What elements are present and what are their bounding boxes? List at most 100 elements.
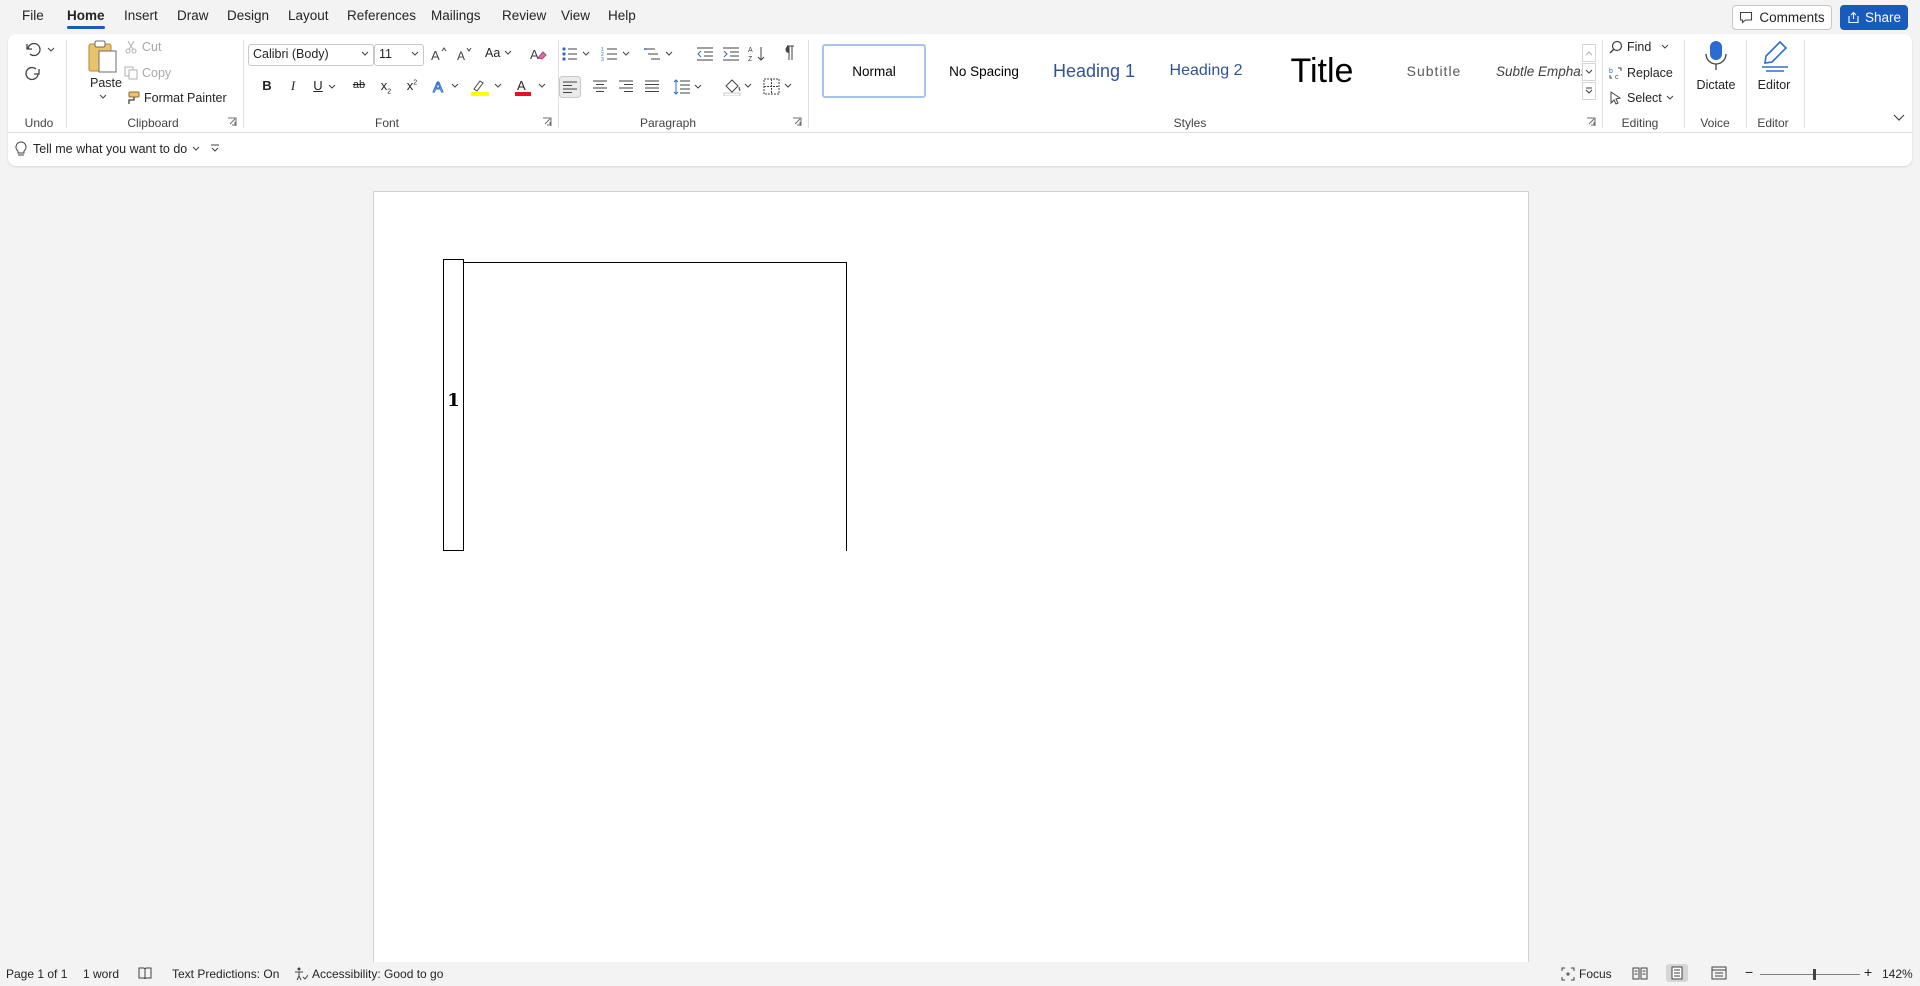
strikethrough-button[interactable]: ab <box>349 79 369 91</box>
document-page[interactable]: 1 <box>373 191 1529 971</box>
voice-group-label: Voice <box>1700 116 1730 130</box>
paste-label: Paste <box>90 76 122 90</box>
style-subtle-emphasis[interactable]: Subtle Emphasis <box>1490 44 1588 98</box>
highlight-icon[interactable] <box>470 78 506 96</box>
styles-launcher-icon[interactable] <box>1586 117 1596 127</box>
tab-design[interactable]: Design <box>227 8 269 23</box>
select-button[interactable]: Select <box>1609 91 1674 105</box>
find-button[interactable]: Find <box>1609 40 1669 54</box>
replace-icon: bc <box>1609 66 1623 80</box>
table-cell[interactable] <box>464 262 847 551</box>
font-size-combo[interactable]: 11 <box>374 44 424 66</box>
multilevel-list-icon[interactable] <box>644 46 678 62</box>
accessibility-status[interactable]: Accessibility: Good to go <box>294 967 443 981</box>
font-color-icon[interactable]: A <box>514 78 550 96</box>
focus-button[interactable]: Focus <box>1561 967 1612 981</box>
gallery-more[interactable] <box>1582 82 1596 100</box>
clear-formatting-icon[interactable]: A <box>529 46 547 62</box>
superscript-button[interactable]: x2 <box>402 78 422 93</box>
font-name-combo[interactable]: Calibri (Body) <box>248 44 374 66</box>
share-button[interactable]: Share <box>1840 5 1908 30</box>
editor-button[interactable]: Editor <box>1748 38 1800 110</box>
chevron-down-icon <box>99 94 107 100</box>
justify-icon[interactable] <box>644 79 660 95</box>
increase-indent-icon[interactable] <box>722 46 740 62</box>
word-count[interactable]: 1 word <box>83 967 119 981</box>
tab-file[interactable]: File <box>22 8 44 23</box>
tab-references[interactable]: References <box>347 8 416 23</box>
decrease-indent-icon[interactable] <box>696 46 714 62</box>
dictate-label: Dictate <box>1696 78 1736 92</box>
style-heading-2[interactable]: Heading 2 <box>1150 44 1262 98</box>
tell-me-search[interactable]: Tell me what you want to do <box>14 141 200 157</box>
text-box[interactable]: 1 <box>443 259 464 551</box>
proofing-book-icon[interactable] <box>138 967 152 979</box>
customize-toolbar-icon[interactable] <box>210 144 220 154</box>
change-case-label: Aa <box>485 46 501 60</box>
format-painter-button[interactable]: Format Painter <box>124 91 227 105</box>
gallery-scroll-up[interactable] <box>1582 44 1596 62</box>
borders-icon[interactable] <box>763 78 797 96</box>
zoom-slider-thumb[interactable] <box>1813 969 1816 980</box>
page-count[interactable]: Page 1 of 1 <box>6 967 67 981</box>
tab-mailings[interactable]: Mailings <box>431 8 481 23</box>
underline-button[interactable]: U <box>308 78 328 93</box>
collapse-ribbon-icon[interactable] <box>1893 114 1905 122</box>
print-layout-icon[interactable] <box>1666 964 1688 982</box>
style-normal[interactable]: Normal <box>822 44 926 98</box>
tab-review[interactable]: Review <box>502 8 546 23</box>
zoom-slider[interactable] <box>1760 969 1860 980</box>
font-size-value: 11 <box>379 47 392 61</box>
copy-button[interactable]: Copy <box>124 66 171 80</box>
tab-home[interactable]: Home <box>67 8 105 29</box>
align-center-icon[interactable] <box>592 79 608 95</box>
svg-text:A: A <box>530 47 539 62</box>
tab-insert[interactable]: Insert <box>124 8 158 23</box>
zoom-in-button[interactable]: + <box>1864 964 1872 980</box>
chevron-down-icon <box>1661 44 1669 50</box>
show-formatting-marks-icon[interactable] <box>781 45 795 61</box>
zoom-out-button[interactable]: − <box>1745 964 1753 980</box>
paste-button[interactable]: Paste <box>80 38 124 108</box>
text-effects-icon[interactable]: A <box>432 78 462 94</box>
change-case-button[interactable]: Aa <box>485 46 512 60</box>
style-no-spacing[interactable]: No Spacing <box>934 44 1034 98</box>
redo-icon[interactable] <box>24 65 42 83</box>
style-subtitle[interactable]: Subtitle <box>1380 44 1488 98</box>
style-title[interactable]: Title <box>1266 44 1378 98</box>
zoom-level[interactable]: 142% <box>1882 967 1913 981</box>
shrink-font-icon[interactable]: A <box>456 46 474 62</box>
sort-icon[interactable]: AZ <box>748 45 766 63</box>
bullets-icon[interactable] <box>561 46 595 62</box>
menu-bar: File Home Insert Draw Design Layout Refe… <box>0 0 1920 34</box>
comments-label: Comments <box>1759 10 1825 25</box>
undo-icon[interactable] <box>24 40 54 58</box>
subscript-button[interactable]: x2 <box>376 78 396 96</box>
text-predictions[interactable]: Text Predictions: On <box>172 967 279 981</box>
dictate-button[interactable]: Dictate <box>1688 38 1744 110</box>
tab-layout[interactable]: Layout <box>288 8 329 23</box>
grow-font-icon[interactable]: A <box>430 46 448 62</box>
paragraph-launcher-icon[interactable] <box>792 117 802 127</box>
read-mode-icon[interactable] <box>1632 966 1648 980</box>
align-left-icon[interactable] <box>559 76 581 98</box>
tab-draw[interactable]: Draw <box>177 8 209 23</box>
comments-button[interactable]: Comments <box>1732 5 1832 30</box>
svg-text:A: A <box>457 49 465 62</box>
chevron-down-icon[interactable] <box>328 84 336 90</box>
font-launcher-icon[interactable] <box>542 117 552 127</box>
replace-button[interactable]: bc Replace <box>1609 66 1673 80</box>
line-spacing-icon[interactable] <box>673 79 705 95</box>
tab-help[interactable]: Help <box>608 8 636 23</box>
bold-button[interactable]: B <box>257 78 277 93</box>
align-right-icon[interactable] <box>618 79 634 95</box>
numbering-icon[interactable]: 123 <box>601 46 635 62</box>
web-layout-icon[interactable] <box>1711 966 1727 980</box>
tab-view[interactable]: View <box>561 8 590 23</box>
cut-button[interactable]: Cut <box>124 40 161 54</box>
shading-icon[interactable] <box>723 78 757 96</box>
clipboard-launcher-icon[interactable] <box>227 117 237 127</box>
italic-button[interactable]: I <box>283 78 303 94</box>
gallery-scroll-down[interactable] <box>1582 63 1596 81</box>
style-heading-1[interactable]: Heading 1 <box>1038 44 1150 98</box>
